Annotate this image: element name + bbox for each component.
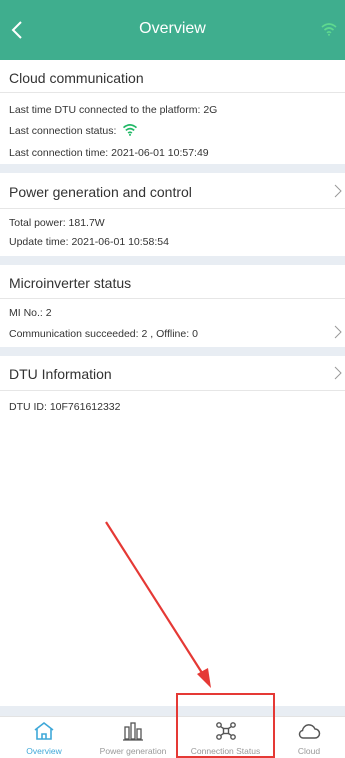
wifi-icon — [321, 23, 337, 36]
section-title: Cloud communication — [9, 70, 144, 86]
bottom-divider — [0, 706, 345, 716]
tab-label: Power generation — [99, 746, 167, 756]
chevron-right-icon[interactable] — [334, 325, 342, 339]
update-time: Update time: 2021-06-01 10:58:54 — [9, 236, 169, 248]
tab-overview[interactable]: Overview — [0, 717, 88, 758]
section-title: Microinverter status — [9, 275, 132, 291]
cloud-communication-header: Cloud communication — [0, 60, 345, 93]
highlight-box — [176, 693, 275, 758]
home-icon — [34, 721, 54, 740]
section-divider — [0, 347, 345, 356]
total-power: Total power: 181.7W — [9, 217, 105, 229]
mi-number: MI No.: 2 — [9, 307, 52, 319]
top-bar: Overview — [0, 0, 345, 60]
dtu-id: DTU ID: 10F761612332 — [9, 401, 121, 413]
bottom-tab-bar: Overview Power generation Connection Sta… — [0, 716, 345, 758]
status-label: Last connection status: — [9, 125, 117, 137]
tab-cloud[interactable]: Cloud — [273, 717, 345, 758]
bar-chart-icon — [123, 722, 143, 741]
last-connected-platform: Last time DTU connected to the platform:… — [9, 104, 218, 116]
chevron-right-icon — [334, 366, 342, 380]
tab-label: Cloud — [297, 746, 321, 756]
chevron-right-icon — [334, 184, 342, 198]
page-title: Overview — [139, 20, 206, 37]
section-title: Power generation and control — [9, 184, 192, 200]
last-connection-time: Last connection time: 2021-06-01 10:57:4… — [9, 147, 209, 159]
last-connection-status: Last connection status: — [9, 123, 138, 137]
section-divider — [0, 256, 345, 265]
section-divider — [0, 164, 345, 173]
section-title: DTU Information — [9, 366, 112, 382]
communication-summary[interactable]: Communication succeeded: 2 , Offline: 0 — [9, 328, 198, 340]
tab-label: Overview — [26, 746, 62, 756]
microinverter-status-header: Microinverter status — [0, 265, 345, 299]
cloud-icon — [298, 724, 321, 739]
tab-power-generation[interactable]: Power generation — [88, 717, 178, 758]
wifi-status-icon — [123, 124, 138, 136]
dtu-information-header[interactable]: DTU Information — [0, 356, 345, 391]
power-generation-header[interactable]: Power generation and control — [0, 173, 345, 209]
